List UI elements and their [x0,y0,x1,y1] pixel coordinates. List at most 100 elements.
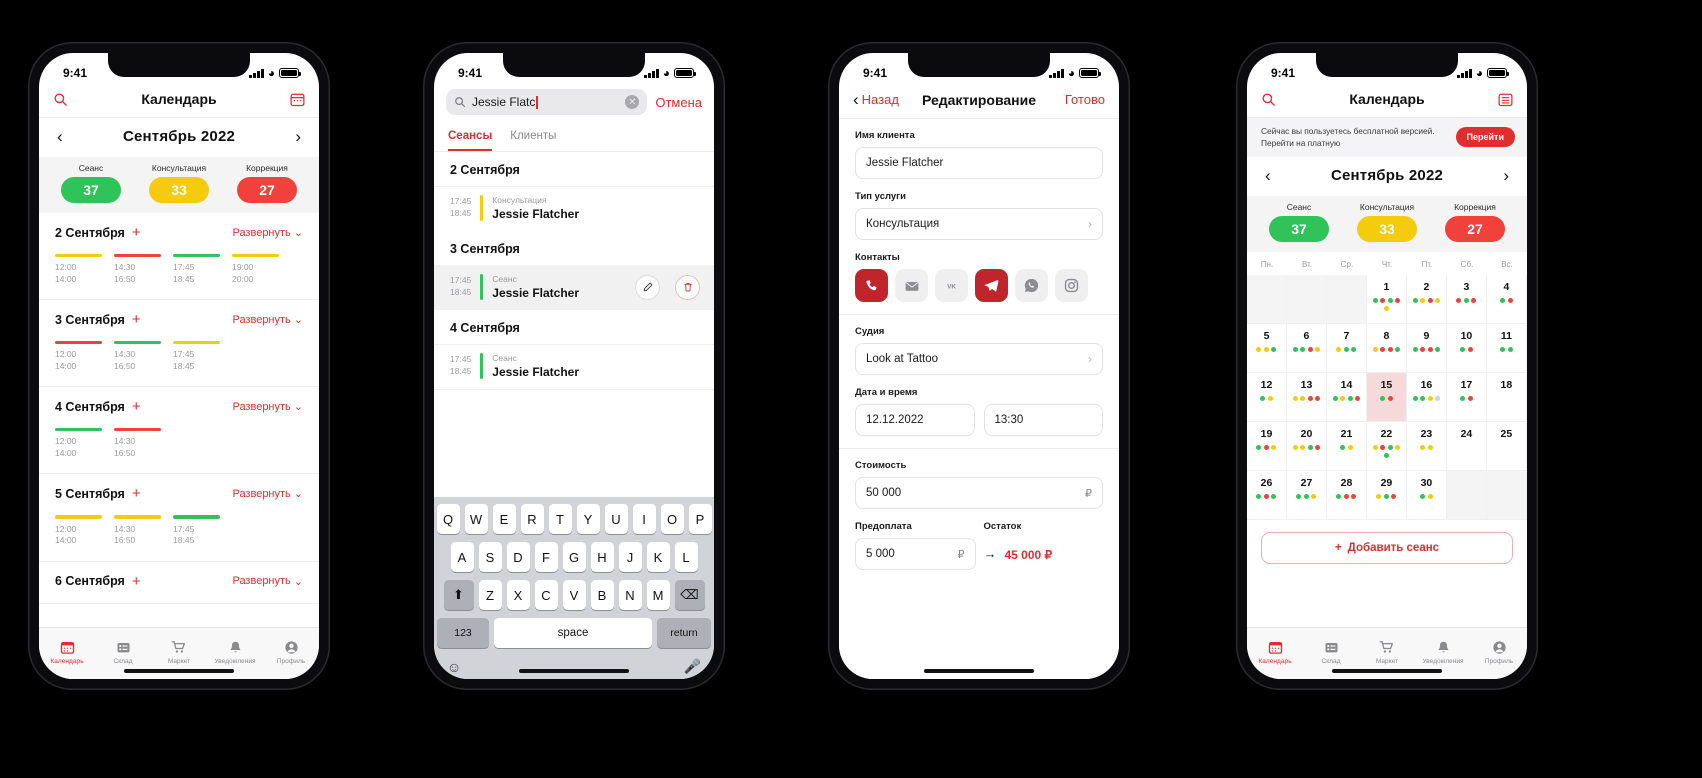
calendar-day-30[interactable]: 30 [1406,471,1447,521]
search-icon[interactable] [1261,92,1276,107]
calendar-day-18[interactable]: 18 [1486,373,1527,423]
cancel-button[interactable]: Отмена [655,95,702,110]
calendar-day-2[interactable]: 2 [1406,275,1447,325]
vk-icon[interactable]: VK [935,269,968,302]
tab-сеансы[interactable]: Сеансы [448,124,493,151]
time-slot[interactable]: 12:00 14:00 [55,341,102,372]
prepay-field[interactable]: 5 000 ₽ [855,538,976,570]
search-input[interactable]: Jessie Flatc ✕ [446,89,648,115]
date-field[interactable]: 12.12.2022 [855,404,975,436]
key-g[interactable]: G [562,542,586,572]
time-slot[interactable]: 14:30 16:50 [114,254,161,285]
calendar-day-23[interactable]: 23 [1406,422,1447,472]
time-slot[interactable]: 12:00 14:00 [55,515,102,546]
calendar-day-3[interactable]: 3 [1446,275,1487,325]
numbers-key[interactable]: 123 [437,618,489,648]
tab-склад[interactable]: Склад [95,639,151,665]
key-b[interactable]: B [590,580,614,610]
back-button[interactable]: Назад [862,92,899,107]
time-slot[interactable]: 12:00 14:00 [55,428,102,459]
tab-профиль[interactable]: Профиль [1471,639,1527,665]
key-n[interactable]: N [618,580,642,610]
time-slot[interactable]: 14:30 16:50 [114,515,161,546]
calendar-day-1[interactable]: 1 [1366,275,1407,325]
calendar-day-19[interactable]: 19 [1247,422,1287,472]
time-slot[interactable]: 14:30 16:50 [114,341,161,372]
prev-month-button[interactable]: ‹ [1265,167,1271,184]
key-t[interactable]: T [548,504,572,534]
telegram-icon[interactable] [975,269,1008,302]
add-slot-button[interactable]: + [132,312,141,327]
key-w[interactable]: W [464,504,488,534]
result-row[interactable]: 17:45 18:45 Сеанс Jessie Flatcher [434,265,714,310]
instagram-icon[interactable] [1055,269,1088,302]
delete-button[interactable] [675,274,700,300]
calendar-icon[interactable] [290,92,305,107]
calendar-day-10[interactable]: 10 [1446,324,1487,374]
key-o[interactable]: O [660,504,684,534]
calendar-day-26[interactable]: 26 [1247,471,1287,521]
key-v[interactable]: V [562,580,586,610]
time-slot[interactable]: 14:30 16:50 [114,428,161,459]
key-f[interactable]: F [534,542,558,572]
result-row[interactable]: 17:45 18:45 Консультация Jessie Flatcher [434,186,714,231]
expand-day-button[interactable]: Развернуть ⌄ [232,575,303,588]
calendar-day-5[interactable]: 5 [1247,324,1287,374]
expand-day-button[interactable]: Развернуть ⌄ [232,487,303,501]
tab-клиенты[interactable]: Клиенты [510,124,556,151]
calendar-day-17[interactable]: 17 [1446,373,1487,423]
time-slot[interactable]: 17:45 18:45 [173,254,220,285]
service-type-field[interactable]: Консультация › [855,208,1103,240]
search-icon[interactable] [53,92,68,107]
key-p[interactable]: P [688,504,712,534]
day-block[interactable]: 6 Сентября + Развернуть ⌄ [39,562,319,604]
key-y[interactable]: Y [576,504,600,534]
calendar-day-12[interactable]: 12 [1247,373,1287,423]
key-s[interactable]: S [478,542,502,572]
client-name-field[interactable]: Jessie Flatcher [855,147,1103,179]
expand-day-button[interactable]: Развернуть ⌄ [232,226,303,240]
key-h[interactable]: H [590,542,614,572]
tab-маркет[interactable]: Маркет [1359,639,1415,665]
next-month-button[interactable]: › [295,128,301,145]
expand-day-button[interactable]: Развернуть ⌄ [232,400,303,414]
calendar-day-29[interactable]: 29 [1366,471,1407,521]
key-r[interactable]: R [520,504,544,534]
day-block[interactable]: 3 Сентября + Развернуть ⌄ 12:00 14:00 14:30 16:… [39,300,319,388]
calendar-day-9[interactable]: 9 [1406,324,1447,374]
next-month-button[interactable]: › [1503,167,1509,184]
return-key[interactable]: return [657,618,711,648]
key-l[interactable]: L [674,542,698,572]
onscreen-keyboard[interactable]: Q W E R T Y U I O P A S D F G H J K L ⬆ Z X C V B N M ⌫ 123 space retu… [434,497,714,679]
tab-маркет[interactable]: Маркет [151,639,207,665]
add-session-button[interactable]: + Добавить сеанс [1261,532,1513,565]
calendar-day-24[interactable]: 24 [1446,422,1487,472]
key-m[interactable]: M [646,580,670,610]
time-slot[interactable]: 17:45 18:45 [173,515,220,546]
tab-склад[interactable]: Склад [1303,639,1359,665]
key-z[interactable]: Z [478,580,502,610]
time-slot[interactable]: 17:45 18:45 [173,341,220,372]
search-results[interactable]: 2 Сентября 17:45 18:45 Консультация Jessie F… [434,152,714,389]
key-d[interactable]: D [506,542,530,572]
calendar-day-20[interactable]: 20 [1286,422,1327,472]
tab-профиль[interactable]: Профиль [263,639,319,665]
calendar-day-27[interactable]: 27 [1286,471,1327,521]
calendar-day-21[interactable]: 21 [1326,422,1367,472]
calendar-grid[interactable]: 1 2 3 4 5 6 7 8 9 10 11 12 13 14 15 16 17 18 19 20 21 22 23 24 2… [1247,275,1527,521]
done-button[interactable]: Готово [1065,92,1105,107]
add-slot-button[interactable]: + [132,486,141,501]
day-block[interactable]: 4 Сентября + Развернуть ⌄ 12:00 14:00 14:30 16:… [39,387,319,475]
edit-button[interactable] [635,274,660,300]
calendar-day-16[interactable]: 16 [1406,373,1447,423]
prev-month-button[interactable]: ‹ [57,128,63,145]
key-u[interactable]: U [604,504,628,534]
phone-icon[interactable] [855,269,888,302]
price-field[interactable]: 50 000 ₽ [855,477,1103,509]
tab-уведомления[interactable]: Уведомления [1415,639,1471,665]
master-field[interactable]: Look at Tattoo › [855,343,1103,375]
shift-key[interactable]: ⬆ [443,580,474,610]
tab-календарь[interactable]: Календарь [1247,639,1303,665]
add-slot-button[interactable]: + [132,399,141,414]
tab-календарь[interactable]: Календарь [39,639,95,665]
